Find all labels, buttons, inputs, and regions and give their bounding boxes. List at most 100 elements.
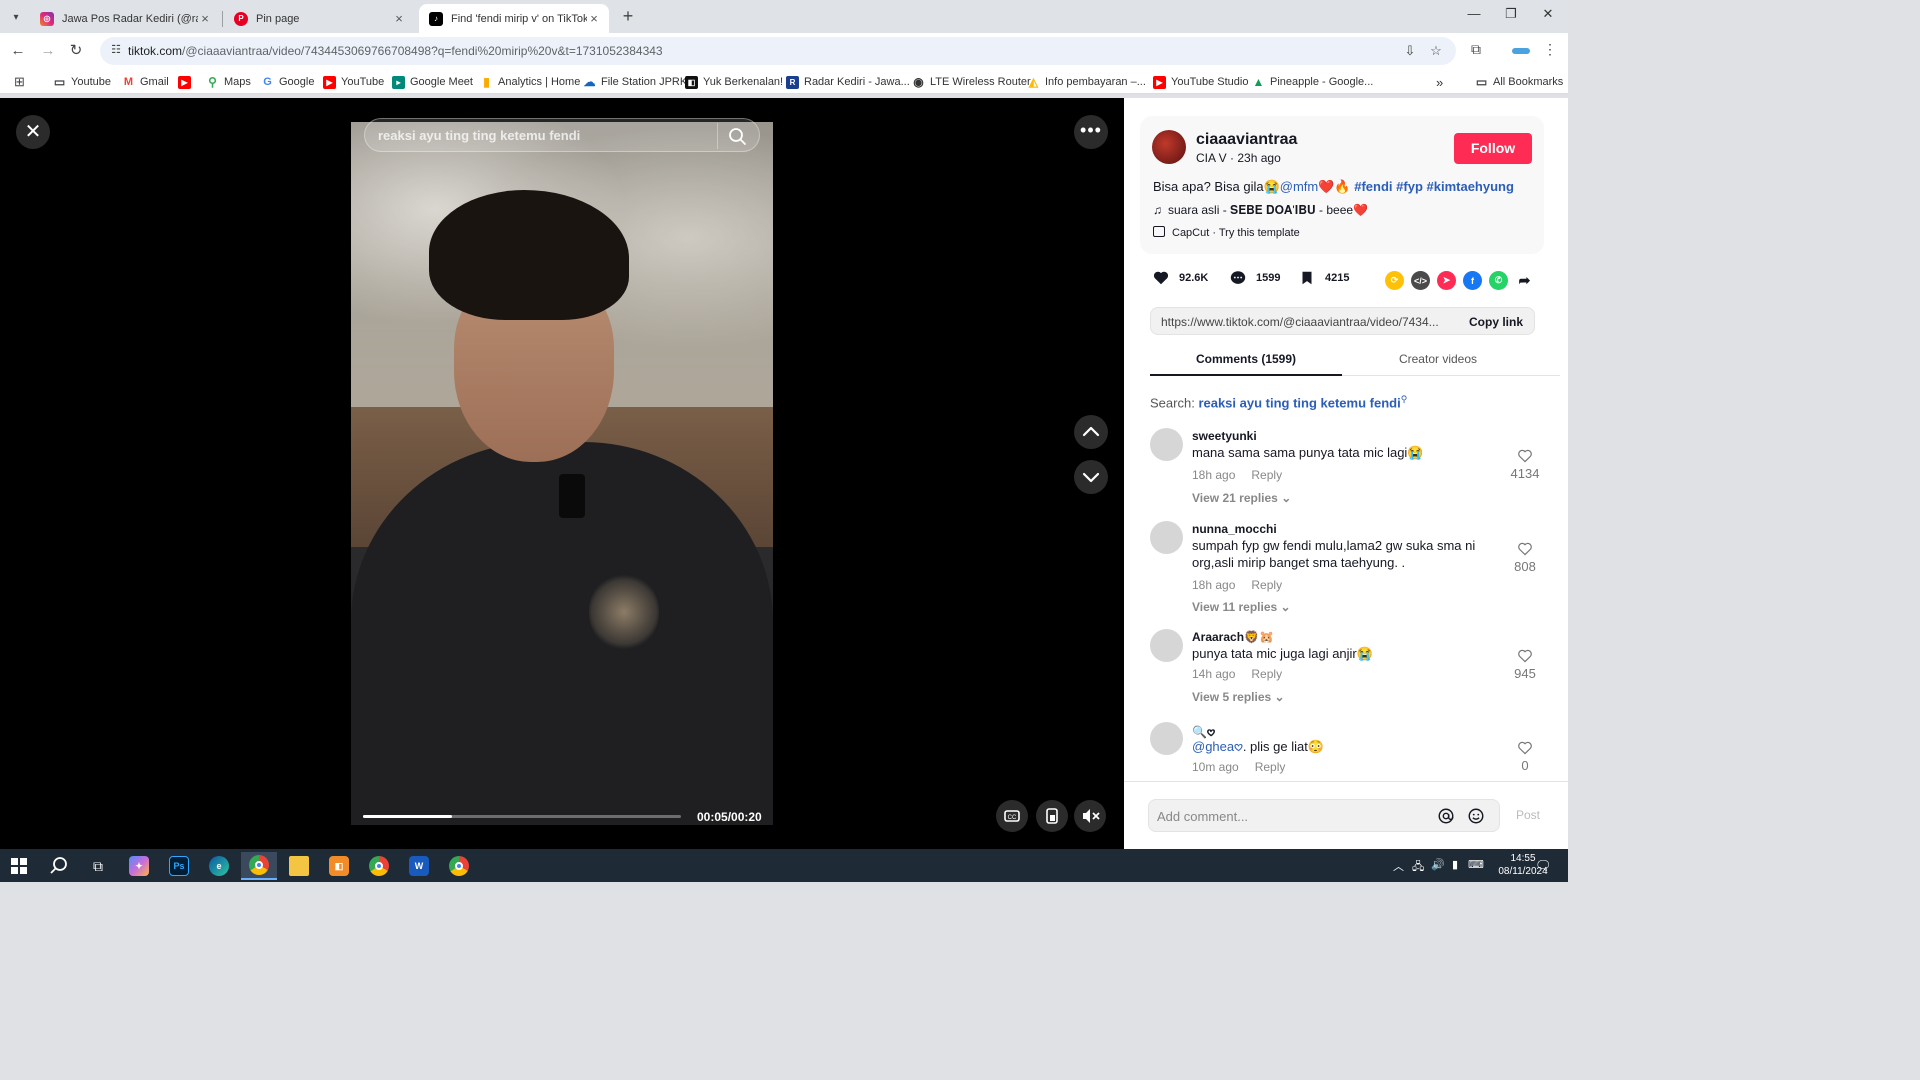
taskbar-chrome-profile[interactable] — [361, 852, 397, 880]
extensions-icon[interactable]: ⧉ — [1466, 41, 1486, 61]
comment-like[interactable]: 4134 — [1500, 448, 1550, 481]
commenter-username[interactable]: nunna_mocchi — [1192, 522, 1277, 536]
post-comment-button[interactable]: Post — [1516, 808, 1540, 822]
comment-stat[interactable]: 1599 — [1229, 269, 1280, 287]
close-tab-icon[interactable]: × — [587, 11, 601, 26]
volume-icon[interactable]: 🔊 — [1431, 858, 1445, 871]
hashtag-fyp[interactable]: #fyp — [1396, 179, 1423, 194]
bookmark-info-pembayaran[interactable]: ◭ Info pembayaran –... — [1027, 74, 1146, 90]
commenter-avatar[interactable] — [1150, 722, 1183, 755]
author-avatar[interactable] — [1152, 130, 1186, 164]
music-link[interactable]: ♫ suara asli - 𝐒𝐄𝐁𝐄 𝐃𝐎𝐀'𝐈𝐁𝐔 - beee❤️ — [1153, 203, 1368, 218]
reply-button[interactable]: Reply — [1251, 578, 1282, 592]
site-info-icon[interactable]: ☷ — [108, 43, 124, 59]
video[interactable] — [351, 122, 773, 825]
embed-icon[interactable]: </> — [1411, 271, 1430, 290]
comment-like[interactable]: 0 — [1500, 740, 1550, 773]
follow-button[interactable]: Follow — [1454, 133, 1532, 164]
commenter-avatar[interactable] — [1150, 428, 1183, 461]
notifications-icon[interactable]: 🗨 — [1535, 858, 1552, 874]
whatsapp-icon[interactable]: ✆ — [1489, 271, 1508, 290]
new-tab-button[interactable]: + — [619, 7, 637, 25]
tab-pinterest[interactable]: P Pin page × — [224, 4, 414, 33]
author-username[interactable]: ciaaaviantraa — [1196, 131, 1297, 149]
bookmark-file-station[interactable]: ☁ File Station JPRK — [583, 74, 688, 90]
battery-icon[interactable]: ▮ — [1452, 858, 1458, 871]
restore-icon[interactable]: ❐ — [1500, 6, 1522, 26]
tab-tiktok[interactable]: ♪ Find 'fendi mirip v' on TikTok | TikTo… — [419, 4, 609, 33]
bookmark-google-meet[interactable]: ▸ Google Meet — [392, 74, 473, 90]
reply-button[interactable]: Reply — [1255, 760, 1286, 774]
show-hidden-icons[interactable]: ︿ — [1393, 858, 1404, 874]
caption-mention[interactable]: @mfm — [1280, 179, 1318, 194]
hashtag-kimtaehyung[interactable]: #kimtaehyung — [1427, 179, 1514, 194]
bookmark-youtube-icon-only[interactable]: ▶ — [178, 74, 196, 90]
search-icon[interactable] — [727, 126, 747, 146]
more-bookmarks-icon[interactable]: » — [1436, 74, 1443, 90]
bookmark-google[interactable]: G Google — [261, 74, 314, 90]
taskbar-photoshop[interactable]: Ps — [161, 852, 197, 880]
comment-like[interactable]: 808 — [1500, 541, 1550, 574]
minimize-icon[interactable]: — — [1463, 6, 1485, 26]
taskbar-chrome-second[interactable] — [441, 852, 477, 880]
url-text[interactable]: tiktok.com/@ciaaaviantraa/video/74344530… — [128, 44, 663, 58]
facebook-icon[interactable]: f — [1463, 271, 1482, 290]
bookmark-pineapple[interactable]: ▲ Pineapple - Google... — [1252, 74, 1374, 90]
close-tab-icon[interactable]: × — [392, 11, 406, 26]
back-icon[interactable]: ← — [8, 41, 28, 61]
bookmark-youtube[interactable]: ▶ YouTube — [323, 74, 384, 90]
comment-like[interactable]: 945 — [1500, 648, 1550, 681]
share-arrow-icon[interactable]: ➦ — [1515, 271, 1534, 290]
bookmark-analytics[interactable]: ▮ Analytics | Home — [480, 74, 580, 90]
profile-icon[interactable] — [1509, 41, 1533, 61]
repost-icon[interactable]: ⟳ — [1385, 271, 1404, 290]
video-search-bar[interactable]: reaksi ayu ting ting ketemu fendi — [364, 118, 760, 152]
floating-player-button[interactable] — [1036, 800, 1068, 832]
add-comment-field[interactable]: Add comment... — [1148, 799, 1500, 832]
commenter-username[interactable]: sweetyunki — [1192, 429, 1257, 443]
taskbar-search-button[interactable] — [41, 852, 77, 880]
mention-icon[interactable] — [1437, 807, 1455, 825]
bookmark-star-icon[interactable]: ☆ — [1428, 43, 1444, 59]
previous-video-button[interactable] — [1074, 415, 1108, 449]
tab-search-icon[interactable]: ▾ — [6, 7, 26, 27]
reply-button[interactable]: Reply — [1251, 667, 1282, 681]
task-view-button[interactable]: ⧉ — [80, 852, 116, 880]
view-replies-button[interactable]: View 21 replies ⌄ — [1192, 491, 1291, 505]
apps-icon[interactable]: ⊞ — [14, 74, 25, 90]
bookmark-youtube-studio[interactable]: ▶ YouTube Studio — [1153, 74, 1248, 90]
hashtag-fendi[interactable]: #fendi — [1354, 179, 1392, 194]
comment-mention[interactable]: @ghea𖹭 — [1192, 739, 1243, 754]
taskbar-app[interactable]: ◧ — [321, 852, 357, 880]
commenter-avatar[interactable] — [1150, 521, 1183, 554]
taskbar-edge[interactable]: e — [201, 852, 237, 880]
taskbar-copilot[interactable]: ✦ — [121, 852, 157, 880]
more-options-button[interactable]: ••• — [1074, 115, 1108, 149]
send-to-friends-icon[interactable]: ➤ — [1437, 271, 1456, 290]
bookmark-lte-router[interactable]: ◉ LTE Wireless Router — [912, 74, 1030, 90]
commenter-avatar[interactable] — [1150, 629, 1183, 662]
network-icon[interactable]: 🖧 — [1412, 858, 1424, 877]
video-progress-bar[interactable] — [363, 815, 681, 818]
tab-comments[interactable]: Comments (1599) — [1150, 352, 1342, 366]
close-tab-icon[interactable]: × — [198, 11, 212, 26]
taskbar-chrome-active[interactable] — [241, 852, 277, 880]
view-replies-button[interactable]: View 5 replies ⌄ — [1192, 690, 1285, 704]
taskbar-file-explorer[interactable] — [281, 852, 317, 880]
reload-icon[interactable]: ↻ — [66, 41, 86, 61]
tab-instagram[interactable]: ◎ Jawa Pos Radar Kediri (@radarkediri) × — [30, 4, 220, 33]
emoji-icon[interactable] — [1467, 807, 1485, 825]
bookmark-youtube-folder[interactable]: ▭ Youtube — [53, 74, 111, 90]
like-stat[interactable]: 92.6K — [1152, 269, 1208, 287]
share-link-text[interactable]: https://www.tiktok.com/@ciaaaviantraa/vi… — [1161, 315, 1449, 329]
tab-creator-videos[interactable]: Creator videos — [1342, 352, 1534, 366]
captions-button[interactable]: CC — [996, 800, 1028, 832]
capcut-template-link[interactable]: CapCut · Try this template — [1153, 226, 1300, 239]
forward-icon[interactable]: → — [38, 41, 58, 61]
related-search-query[interactable]: reaksi ayu ting ting ketemu fendi — [1198, 395, 1400, 410]
save-stat[interactable]: 4215 — [1298, 269, 1349, 287]
bookmark-gmail[interactable]: M Gmail — [122, 74, 169, 90]
close-video-button[interactable]: ✕ — [16, 115, 50, 149]
install-app-icon[interactable]: ⇩ — [1402, 43, 1418, 59]
mute-button[interactable] — [1074, 800, 1106, 832]
